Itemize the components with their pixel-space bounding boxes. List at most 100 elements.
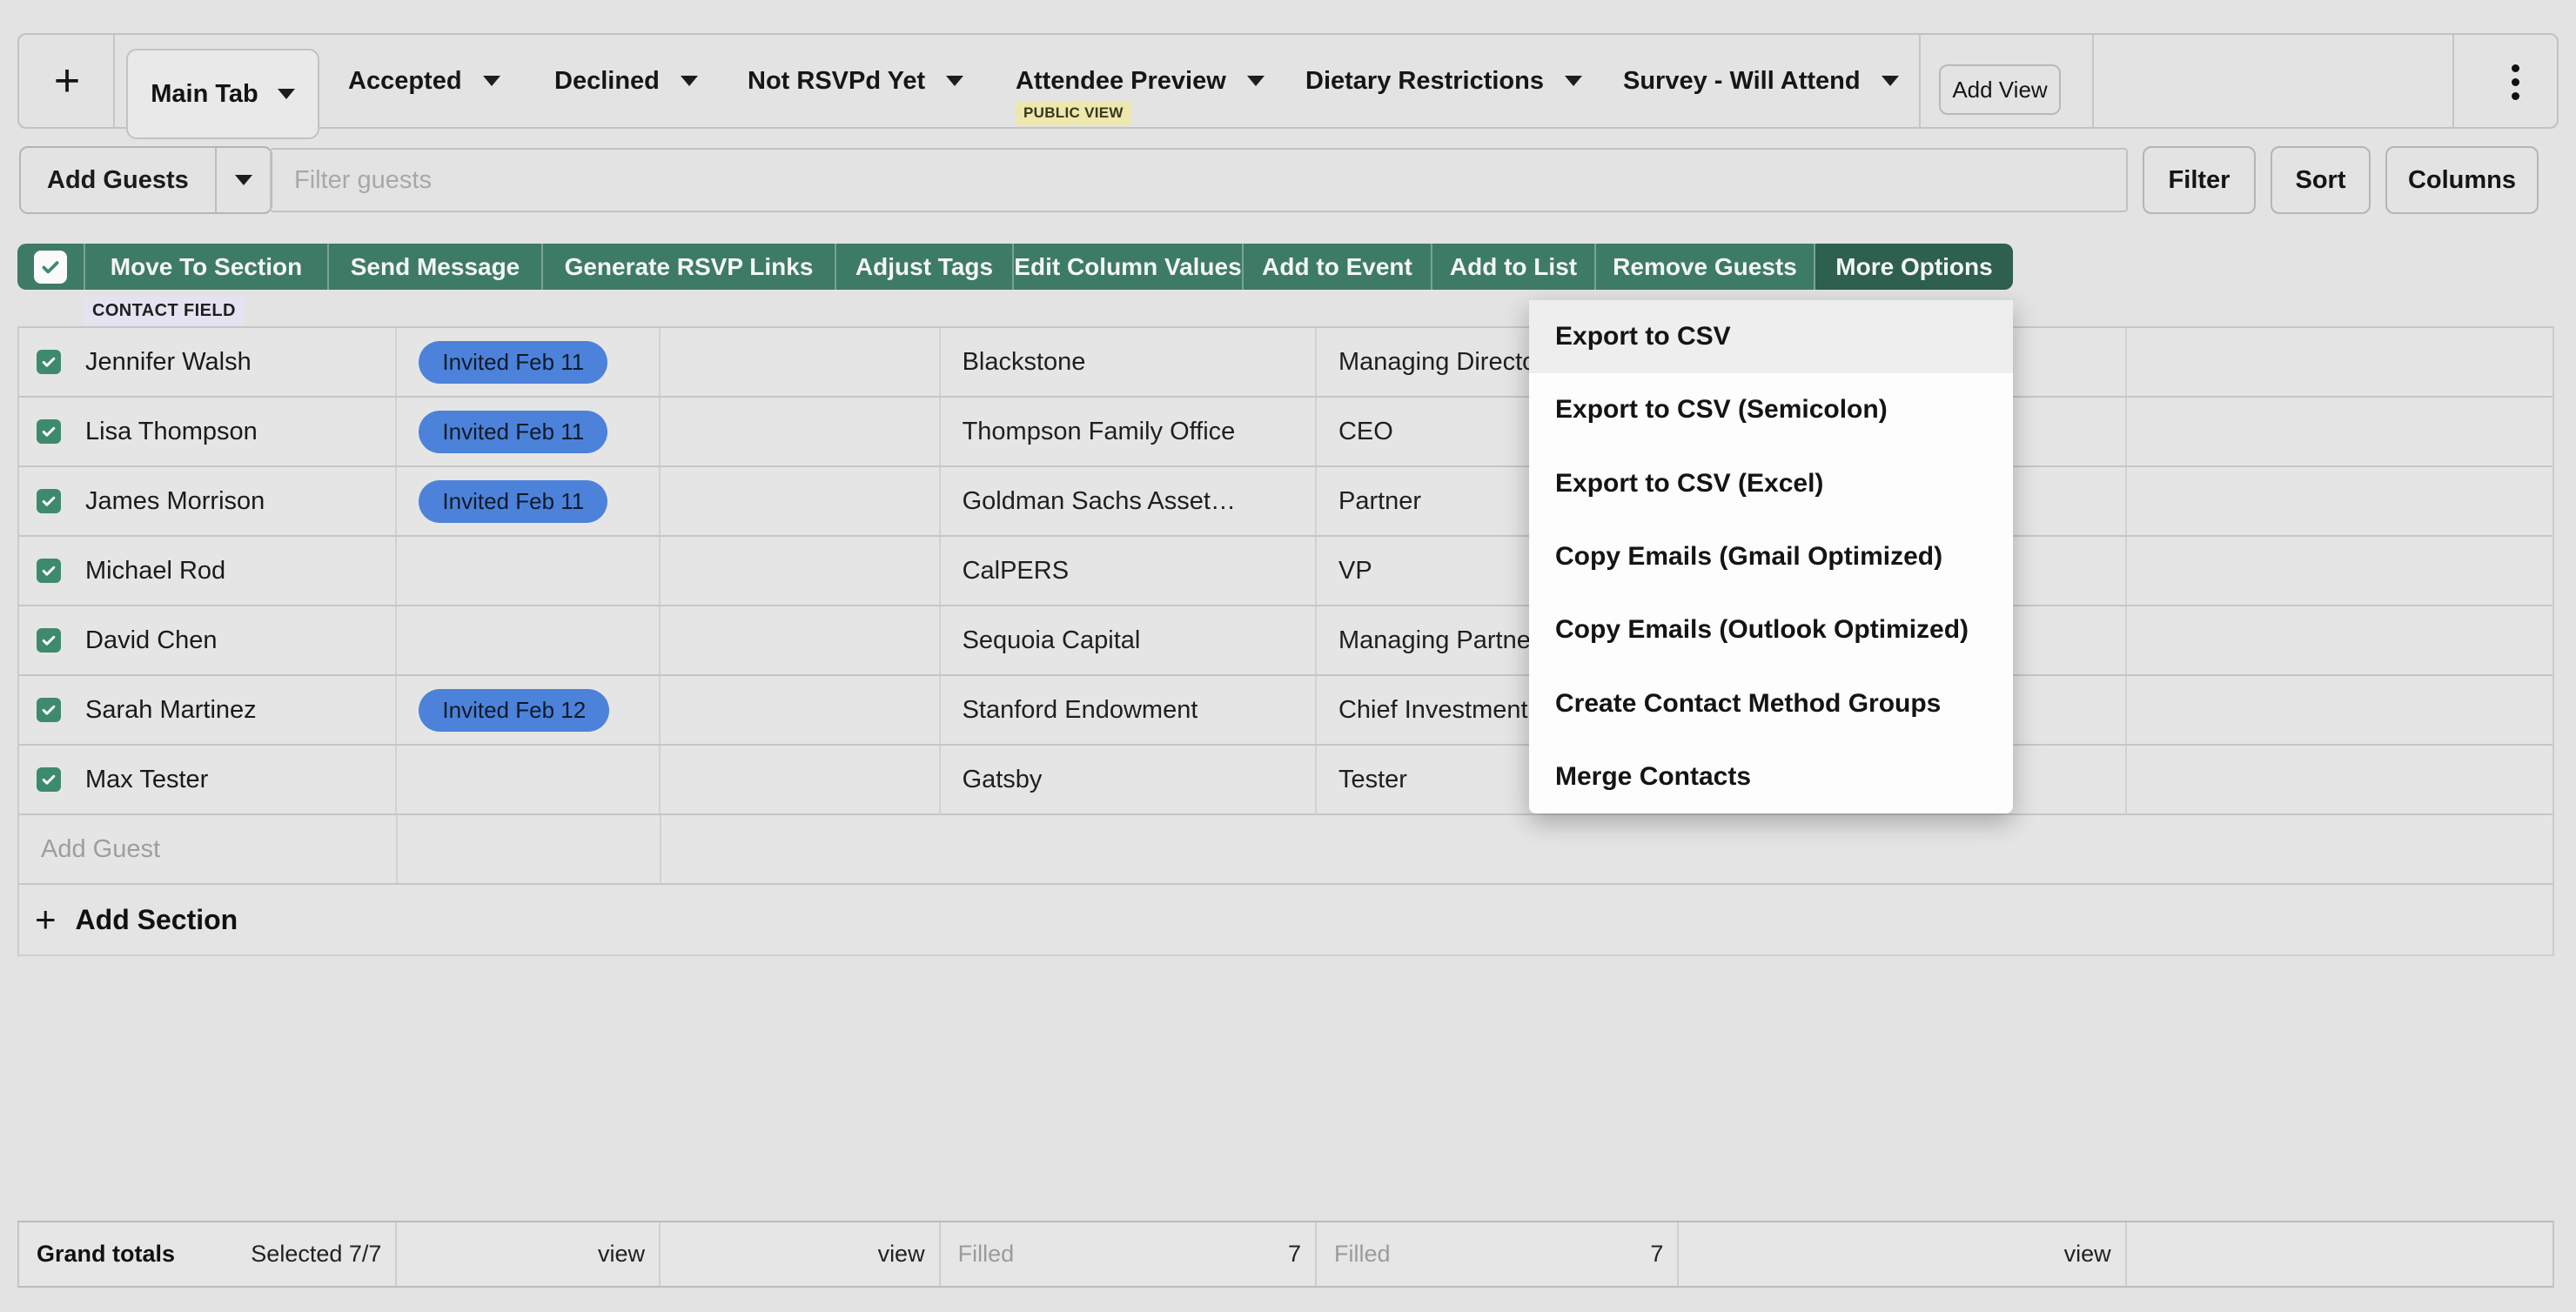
menu-item-export-to-csv-excel[interactable]: Export to CSV (Excel) <box>1529 447 2013 520</box>
adjust-tags-button[interactable]: Adjust Tags <box>836 244 1014 290</box>
row-checkbox-checked[interactable] <box>37 489 61 513</box>
empty-cell[interactable] <box>2127 537 2553 605</box>
guest-name: James Morrison <box>85 487 265 516</box>
send-message-button[interactable]: Send Message <box>329 244 543 290</box>
edit-column-values-button[interactable]: Edit Column Values <box>1014 244 1244 290</box>
tab-accepted[interactable]: Accepted <box>348 35 500 127</box>
company-value: Thompson Family Office <box>963 418 1236 446</box>
add-to-list-button[interactable]: Add to List <box>1432 244 1596 290</box>
status-cell[interactable]: Invited Feb 11 <box>397 467 661 535</box>
footer-summary-cell[interactable]: Filled 7 <box>941 1222 1317 1286</box>
add-tab-button[interactable]: + <box>19 35 115 127</box>
company-cell[interactable]: Sequoia Capital <box>941 606 1317 674</box>
name-cell[interactable]: Jennifer Walsh <box>19 328 397 396</box>
row-checkbox-checked[interactable] <box>37 628 61 653</box>
company-value: Gatsby <box>963 766 1043 794</box>
filled-count: 7 <box>1650 1241 1663 1268</box>
status-cell[interactable]: Invited Feb 12 <box>397 676 661 744</box>
footer-summary-cell[interactable]: view <box>1679 1222 2126 1286</box>
filter-guests-input[interactable] <box>270 148 2128 212</box>
empty-cell[interactable] <box>661 746 941 813</box>
add-view-button[interactable]: Add View <box>1939 64 2061 115</box>
empty-cell[interactable] <box>661 467 941 535</box>
empty-cell[interactable] <box>2127 467 2553 535</box>
divider <box>2452 35 2454 127</box>
footer-summary-cell[interactable]: view <box>661 1222 941 1286</box>
sort-button[interactable]: Sort <box>2271 146 2371 214</box>
status-cell[interactable]: Invited Feb 11 <box>397 328 661 396</box>
company-cell[interactable]: Gatsby <box>941 746 1317 813</box>
menu-item-create-contact-method-groups[interactable]: Create Contact Method Groups <box>1529 666 2013 740</box>
empty-cell[interactable] <box>2127 676 2553 744</box>
add-guests-split-button[interactable]: Add Guests <box>19 146 272 214</box>
row-checkbox-checked[interactable] <box>37 419 61 444</box>
empty-cell[interactable] <box>661 537 941 605</box>
company-cell[interactable]: Stanford Endowment <box>941 676 1317 744</box>
name-cell[interactable]: Lisa Thompson <box>19 398 397 465</box>
remove-guests-button[interactable]: Remove Guests <box>1596 244 1815 290</box>
filter-button[interactable]: Filter <box>2143 146 2256 214</box>
status-cell[interactable] <box>397 606 661 674</box>
empty-cell[interactable] <box>661 328 941 396</box>
view-link[interactable]: view <box>2064 1241 2111 1268</box>
name-cell[interactable]: Max Tester <box>19 746 397 813</box>
tab-dietary-restrictions[interactable]: Dietary Restrictions <box>1305 35 1582 127</box>
add-guests-dropdown-toggle[interactable] <box>217 148 271 212</box>
filled-count: 7 <box>1288 1241 1301 1268</box>
menu-item-copy-emails-outlook[interactable]: Copy Emails (Outlook Optimized) <box>1529 593 2013 666</box>
footer-summary-cell[interactable]: view <box>397 1222 661 1286</box>
title-value: Tester <box>1338 766 1407 794</box>
empty-cell[interactable] <box>661 676 941 744</box>
chevron-down-icon <box>1882 76 1899 86</box>
more-options-button[interactable]: More Options <box>1815 244 2013 290</box>
name-cell[interactable]: James Morrison <box>19 467 397 535</box>
empty-cell[interactable] <box>661 606 941 674</box>
guest-name: Michael Rod <box>85 557 225 586</box>
menu-item-export-to-csv[interactable]: Export to CSV <box>1529 300 2013 373</box>
company-cell[interactable]: Thompson Family Office <box>941 398 1317 465</box>
grand-totals-footer: Grand totals Selected 7/7 view view Fill… <box>17 1221 2554 1288</box>
generate-rsvp-links-button[interactable]: Generate RSVP Links <box>543 244 836 290</box>
tab-not-rsvpd-yet[interactable]: Not RSVPd Yet <box>748 35 963 127</box>
menu-item-merge-contacts[interactable]: Merge Contacts <box>1529 740 2013 813</box>
company-cell[interactable]: Blackstone <box>941 328 1317 396</box>
name-cell[interactable]: David Chen <box>19 606 397 674</box>
select-all-checkbox[interactable] <box>17 244 85 290</box>
tab-declined[interactable]: Declined <box>554 35 698 127</box>
row-checkbox-checked[interactable] <box>37 698 61 722</box>
empty-cell[interactable] <box>2127 746 2553 813</box>
add-to-event-button[interactable]: Add to Event <box>1244 244 1432 290</box>
company-cell[interactable]: CalPERS <box>941 537 1317 605</box>
row-checkbox-checked[interactable] <box>37 350 61 374</box>
status-cell[interactable]: Invited Feb 11 <box>397 398 661 465</box>
status-cell[interactable] <box>397 746 661 813</box>
footer-grand-totals-cell: Grand totals Selected 7/7 <box>19 1222 397 1286</box>
empty-cell[interactable] <box>661 398 941 465</box>
table-row: Sarah Martinez Invited Feb 12 Stanford E… <box>19 676 2553 746</box>
invited-badge: Invited Feb 11 <box>419 341 607 384</box>
empty-cell[interactable] <box>2127 398 2553 465</box>
empty-cell[interactable] <box>2127 606 2553 674</box>
status-cell[interactable] <box>397 537 661 605</box>
company-cell[interactable]: Goldman Sachs Asset… <box>941 467 1317 535</box>
invited-badge: Invited Feb 11 <box>419 411 607 453</box>
tab-main-tab[interactable]: Main Tab <box>126 49 319 139</box>
more-menu-kebab-icon[interactable] <box>2498 63 2532 101</box>
columns-button[interactable]: Columns <box>2385 146 2539 214</box>
empty-cell[interactable] <box>2127 328 2553 396</box>
footer-summary-cell[interactable]: Filled 7 <box>1317 1222 1679 1286</box>
row-checkbox-checked[interactable] <box>37 767 61 792</box>
add-section-button[interactable]: + Add Section <box>19 885 2553 956</box>
menu-item-copy-emails-gmail[interactable]: Copy Emails (Gmail Optimized) <box>1529 520 2013 593</box>
view-link[interactable]: view <box>878 1241 925 1268</box>
view-link[interactable]: view <box>598 1241 645 1268</box>
row-checkbox-checked[interactable] <box>37 559 61 583</box>
menu-item-export-to-csv-semicolon[interactable]: Export to CSV (Semicolon) <box>1529 373 2013 446</box>
add-guest-input[interactable]: Add Guest <box>19 815 398 883</box>
name-cell[interactable]: Sarah Martinez <box>19 676 397 744</box>
tab-survey-will-attend[interactable]: Survey - Will Attend <box>1623 35 1899 127</box>
move-to-section-button[interactable]: Move To Section <box>85 244 329 290</box>
chevron-down-icon <box>946 76 963 86</box>
tab-label: Attendee Preview <box>1016 67 1226 96</box>
name-cell[interactable]: Michael Rod <box>19 537 397 605</box>
